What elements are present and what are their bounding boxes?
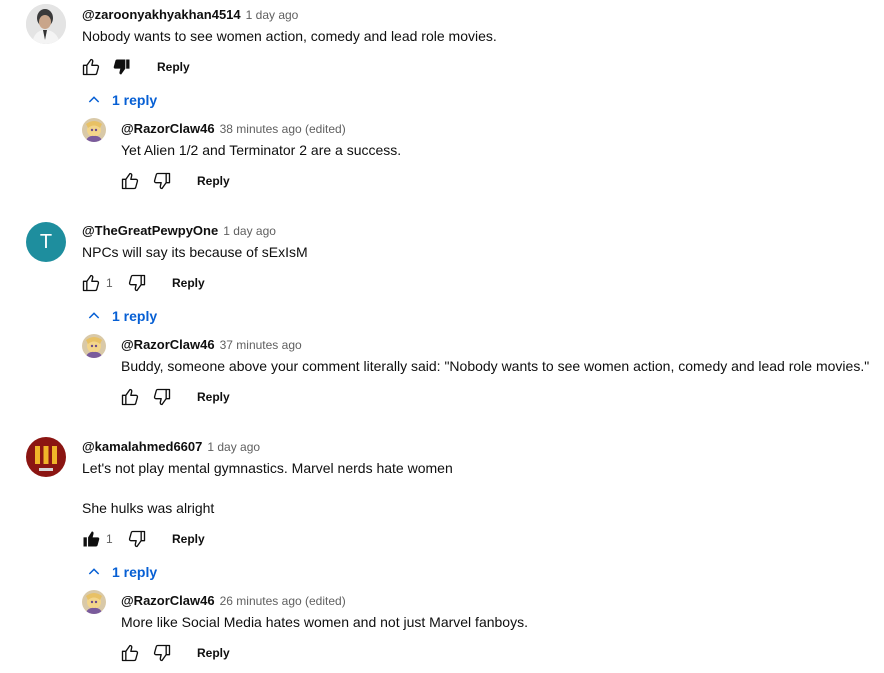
reply-avatar[interactable] [82,118,106,142]
commenter-avatar[interactable] [26,437,66,477]
reply-text: Yet Alien 1/2 and Terminator 2 are a suc… [121,142,402,158]
reply-header: @RazorClaw46 37 minutes ago [121,336,302,354]
comment-text: NPCs will say its because of sExIsM [82,244,308,260]
dislike-button[interactable] [126,528,148,550]
like-count: 1 [106,276,113,290]
reply-author[interactable]: @RazorClaw46 [121,593,215,608]
reply-button[interactable]: Reply [172,532,205,546]
reply-text: More like Social Media hates women and n… [121,614,528,630]
comment-text-line: She hulks was alright [82,500,215,516]
commenter-avatar[interactable]: T [26,222,66,262]
avatar-letter: T [39,230,53,253]
comment-text: Nobody wants to see women action, comedy… [82,28,497,44]
comment-timestamp[interactable]: 1 day ago [246,8,299,22]
like-icon [83,531,100,547]
comment-timestamp[interactable]: 1 day ago [223,224,276,238]
dislike-icon [128,274,146,292]
comment-header: @kamalahmed6607 1 day ago [82,438,260,456]
like-icon [82,274,100,292]
like-icon [121,172,139,190]
reply-button[interactable]: Reply [197,390,230,404]
dislike-button[interactable] [151,642,173,664]
reply-avatar[interactable] [82,590,106,614]
comment-author[interactable]: @kamalahmed6607 [82,439,202,454]
comment-timestamp[interactable]: 1 day ago [207,440,260,454]
reply-button[interactable]: Reply [197,646,230,660]
reply-avatar[interactable] [82,334,106,358]
dislike-icon [128,530,146,548]
dislike-button[interactable] [126,272,148,294]
like-count: 1 [106,532,113,546]
like-button[interactable] [80,528,102,550]
like-icon [82,58,100,76]
reply-button[interactable]: Reply [197,174,230,188]
comment-header: @TheGreatPewpyOne 1 day ago [82,222,276,240]
replies-count: 1 reply [112,92,158,108]
dislike-button[interactable] [111,56,133,78]
dislike-button[interactable] [151,170,173,192]
like-icon [121,388,139,406]
reply-author[interactable]: @RazorClaw46 [121,337,215,352]
chevron-up-icon [88,312,100,319]
reply-header: @RazorClaw46 26 minutes ago (edited) [121,592,346,610]
replies-count: 1 reply [112,308,158,324]
replies-toggle[interactable]: 1 reply [86,308,157,324]
reply-author[interactable]: @RazorClaw46 [121,121,215,136]
like-icon [121,644,139,662]
chevron-up-icon [88,96,100,103]
reply-timestamp[interactable]: 38 minutes ago (edited) [220,122,346,136]
replies-count: 1 reply [112,564,158,580]
comment-author[interactable]: @TheGreatPewpyOne [82,223,218,238]
like-button[interactable] [119,386,141,408]
commenter-avatar[interactable] [26,4,66,44]
like-button[interactable] [119,642,141,664]
replies-toggle[interactable]: 1 reply [86,92,157,108]
replies-toggle[interactable]: 1 reply [86,564,157,580]
reply-button[interactable]: Reply [157,60,190,74]
dislike-icon [113,59,130,75]
comment-header: @zaroonyakhyakhan4514 1 day ago [82,6,298,24]
reply-timestamp[interactable]: 26 minutes ago (edited) [220,594,346,608]
dislike-button[interactable] [151,386,173,408]
chevron-up-icon [88,568,100,575]
reply-timestamp[interactable]: 37 minutes ago [220,338,302,352]
dislike-icon [153,172,171,190]
like-button[interactable] [119,170,141,192]
comment-text-line: Let's not play mental gymnastics. Marvel… [82,460,453,476]
reply-header: @RazorClaw46 38 minutes ago (edited) [121,120,346,138]
reply-text: Buddy, someone above your comment litera… [121,358,870,374]
dislike-icon [153,644,171,662]
dislike-icon [153,388,171,406]
like-button[interactable] [80,56,102,78]
comment-author[interactable]: @zaroonyakhyakhan4514 [82,7,241,22]
like-button[interactable] [80,272,102,294]
reply-button[interactable]: Reply [172,276,205,290]
